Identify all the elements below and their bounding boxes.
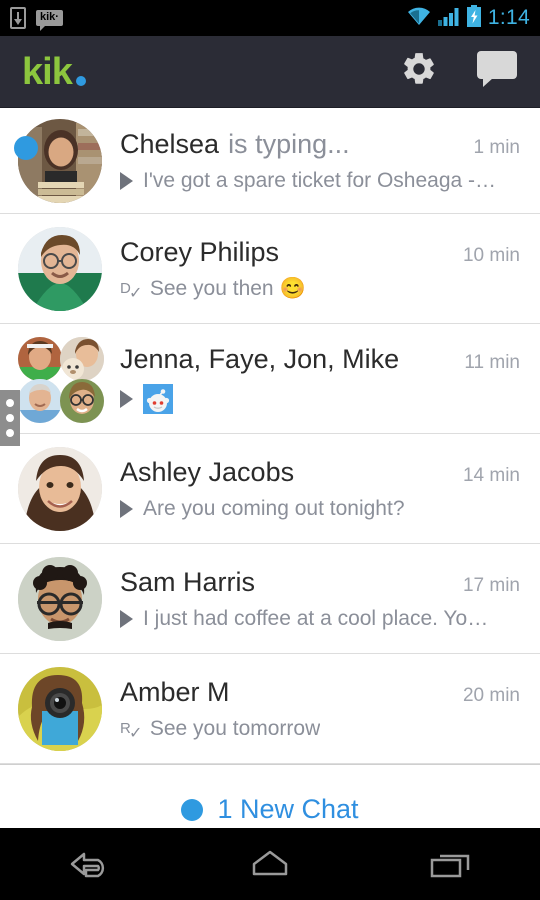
chat-name: Amber M (120, 676, 230, 707)
avatar (18, 446, 102, 531)
chat-row-preview: D ✓ See you then 😊 (120, 276, 520, 302)
fast-scroll-handle[interactable] (0, 390, 20, 446)
chat-row-chelsea[interactable]: Chelsea is typing... 1 min I've got a sp… (0, 108, 540, 214)
play-status-icon (120, 389, 133, 408)
chat-row-sam-harris[interactable]: Sam Harris 17 min I just had coffee at a… (0, 544, 540, 654)
checkmark-icon: ✓ (129, 725, 143, 742)
chat-row-body: Amber M 20 min R ✓ See you tomorrow (106, 677, 520, 742)
group-avatar-grid (18, 336, 104, 423)
avatar (18, 556, 102, 641)
kik-logo-dot (75, 75, 86, 86)
group-avatar-4 (60, 378, 104, 423)
back-icon[interactable] (58, 844, 122, 884)
chat-name: Ashley Jacobs (120, 456, 295, 487)
group-avatar-3 (18, 378, 62, 423)
chat-snippet: See you tomorrow (149, 716, 321, 740)
kik-logo: kik (22, 53, 86, 91)
kik-notification-icon: kik· (36, 10, 63, 31)
wifi-icon (406, 6, 432, 31)
chat-row-body: Corey Philips 10 min D ✓ See you then 😊 (106, 237, 520, 302)
avatar-wrap (18, 336, 106, 423)
chat-timestamp: 10 min (462, 244, 520, 266)
chat-timestamp: 20 min (462, 684, 520, 706)
chat-row-header: Ashley Jacobs 14 min (120, 457, 520, 488)
checkmark-icon: ✓ (129, 285, 143, 302)
new-chat-count-label: 1 New Chat (217, 794, 359, 824)
chat-row-corey-philips[interactable]: Corey Philips 10 min D ✓ See you then 😊 (0, 214, 540, 324)
chat-row-body: Chelsea is typing... 1 min I've got a sp… (106, 129, 520, 193)
battery-charging-icon (466, 4, 482, 32)
new-chat-dot (181, 798, 204, 821)
recent-apps-icon[interactable] (418, 844, 482, 884)
chat-row-preview: Are you coming out tonight? (120, 497, 520, 521)
chat-name: Chelsea (120, 128, 220, 159)
avatar (18, 666, 102, 751)
link-preview-thumbnail (143, 383, 173, 414)
chat-snippet: I've got a spare ticket for Osheaga -… (143, 168, 497, 192)
avatar (18, 118, 102, 203)
chat-row-group-jenna-faye-jon-mike[interactable]: Jenna, Faye, Jon, Mike 11 min (0, 324, 540, 434)
unread-indicator-dot (14, 135, 38, 160)
android-status-bar: kik· 1:14 (0, 0, 540, 36)
cellular-signal-icon (437, 6, 460, 31)
chat-timestamp: 1 min (473, 136, 520, 158)
status-bar-notifications: kik· (10, 7, 63, 31)
status-bar-system-icons: 1:14 (406, 4, 530, 32)
group-avatar-2 (60, 336, 104, 381)
handle-dot (6, 429, 14, 437)
android-nav-bar (0, 828, 540, 900)
chat-name: Jenna, Faye, Jon, Mike (120, 343, 400, 374)
chat-timestamp: 14 min (462, 464, 520, 486)
chat-timestamp: 17 min (462, 574, 520, 596)
chat-snippet: Are you coming out tonight? (143, 496, 405, 520)
chat-snippet: See you then 😊 (149, 276, 306, 300)
avatar (18, 226, 102, 311)
chat-row-header: Corey Philips 10 min (120, 237, 520, 268)
chat-name: Corey Philips (120, 236, 280, 267)
chat-row-body: Sam Harris 17 min I just had coffee at a… (106, 567, 520, 631)
home-icon[interactable] (238, 844, 302, 884)
play-status-icon (120, 609, 133, 628)
kik-logo-text: kik (22, 50, 73, 93)
chat-row-preview: R ✓ See you tomorrow (120, 716, 520, 742)
app-header-actions (400, 50, 518, 93)
chat-row-preview: I just had coffee at a cool place. Yo… (120, 607, 520, 631)
chat-name: Sam Harris (120, 566, 256, 597)
avatar-wrap (18, 556, 106, 641)
delivered-status-icon: D ✓ (120, 281, 142, 302)
status-bar-clock: 1:14 (487, 6, 530, 29)
chat-row-header: Chelsea is typing... 1 min (120, 129, 520, 160)
avatar-wrap (18, 666, 106, 751)
chat-row-preview (120, 383, 520, 414)
avatar-wrap (18, 226, 106, 311)
play-status-icon (120, 171, 133, 190)
new-chat-icon[interactable] (476, 50, 518, 93)
chat-row-amber-m[interactable]: Amber M 20 min R ✓ See you tomorrow (0, 654, 540, 764)
chat-timestamp: 11 min (464, 351, 520, 373)
chat-row-body: Ashley Jacobs 14 min Are you coming out … (106, 457, 520, 521)
play-status-icon (120, 499, 133, 518)
chat-snippet: I just had coffee at a cool place. Yo… (143, 606, 489, 630)
avatar-wrap (18, 446, 106, 531)
chat-row-ashley-jacobs[interactable]: Ashley Jacobs 14 min Are you coming out … (0, 434, 540, 544)
chat-row-header: Jenna, Faye, Jon, Mike 11 min (120, 344, 520, 375)
handle-dot (6, 399, 14, 407)
read-status-icon: R ✓ (120, 721, 142, 742)
avatar-wrap (14, 118, 106, 203)
chat-row-preview: I've got a spare ticket for Osheaga -… (120, 169, 520, 193)
gear-icon[interactable] (400, 50, 438, 93)
chat-list[interactable]: Chelsea is typing... 1 min I've got a sp… (0, 108, 540, 764)
typing-indicator-text: is typing... (228, 128, 350, 159)
chat-row-body: Jenna, Faye, Jon, Mike 11 min (106, 344, 520, 414)
download-icon (10, 7, 26, 29)
chat-row-header: Sam Harris 17 min (120, 567, 520, 598)
app-header: kik (0, 36, 540, 108)
group-avatar-1 (18, 336, 62, 381)
handle-dot (6, 414, 14, 422)
chat-row-header: Amber M 20 min (120, 677, 520, 708)
